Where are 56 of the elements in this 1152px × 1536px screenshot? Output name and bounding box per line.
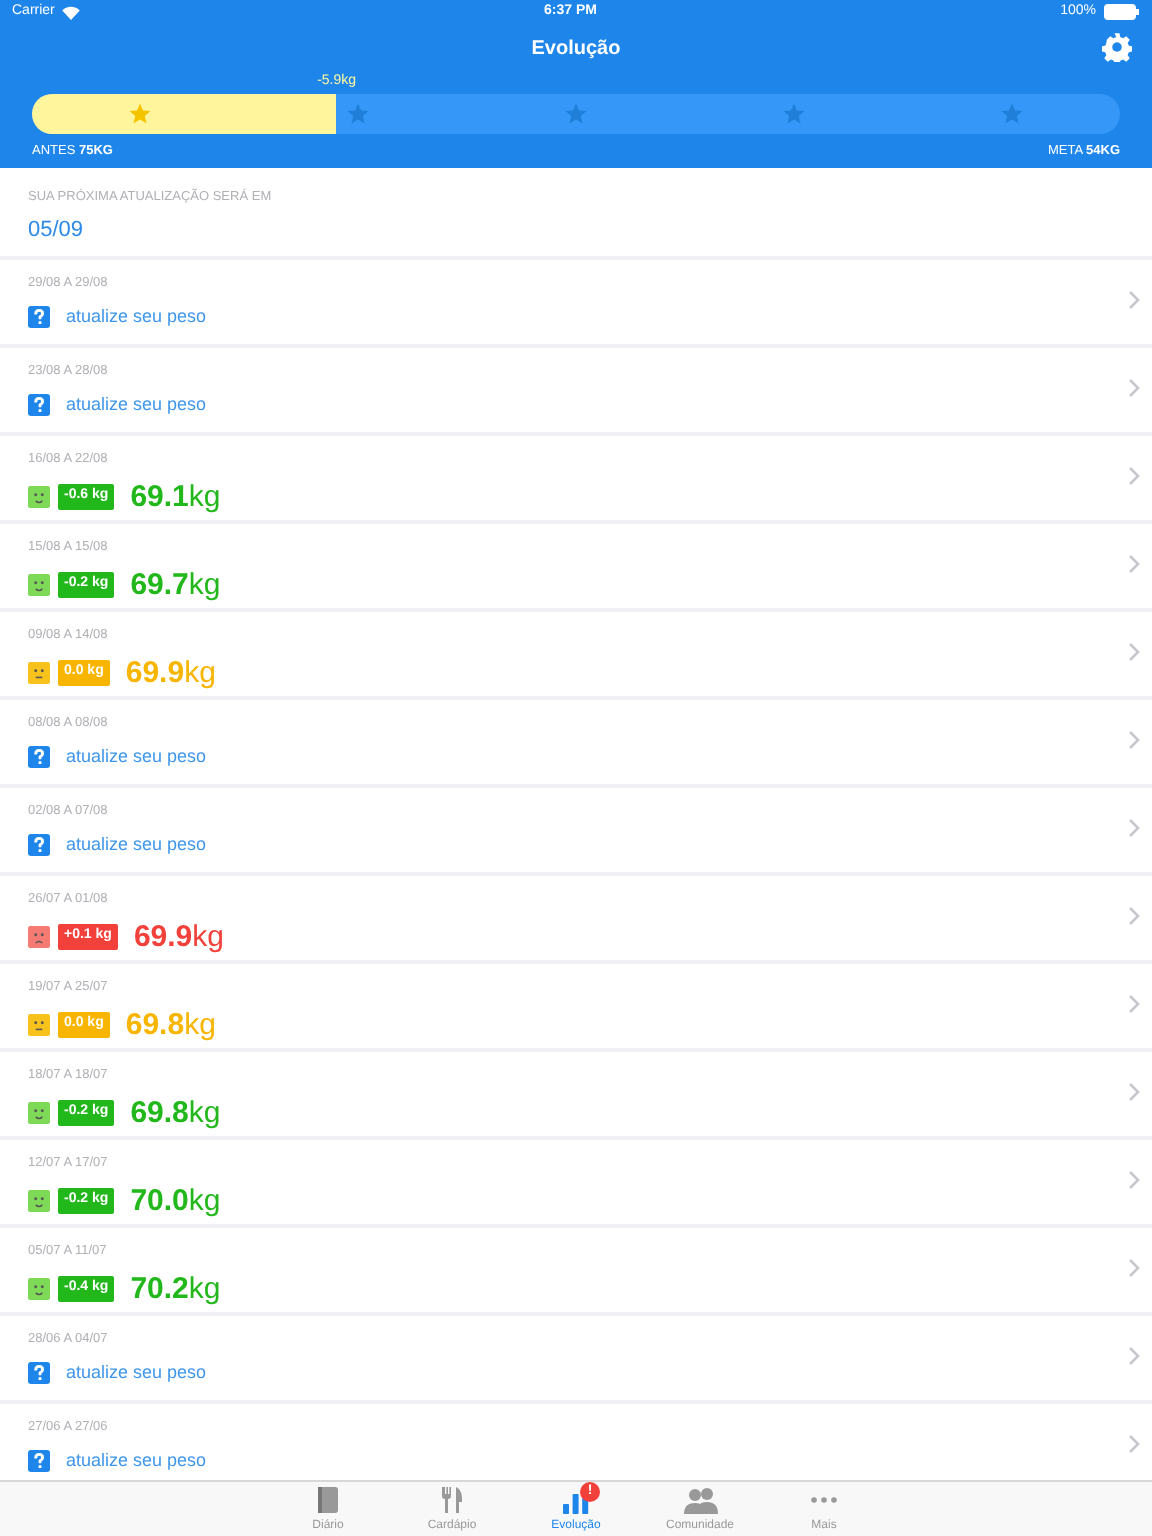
chevron-icon (1128, 818, 1140, 838)
face-icon (28, 573, 50, 596)
chevron-icon (1128, 1170, 1140, 1190)
chevron-icon (1128, 730, 1140, 750)
weight-value: 70.2kg (130, 1271, 221, 1306)
settings-icon (1102, 32, 1132, 62)
face-icon (28, 925, 50, 948)
question-icon (28, 394, 50, 416)
star-icon (128, 102, 153, 126)
star-icon (563, 102, 588, 126)
face-icon (28, 1101, 50, 1124)
chevron-icon (1128, 554, 1140, 574)
chevron-icon (1128, 1082, 1140, 1102)
chevron-icon (1128, 642, 1140, 662)
question-icon (28, 1362, 50, 1384)
question-icon (28, 746, 50, 768)
battery-icon (1103, 4, 1140, 20)
weight-value: 70.0kg (130, 1183, 221, 1218)
notebook-icon (316, 1486, 340, 1514)
chevron-icon (1128, 1258, 1140, 1278)
face-icon (28, 485, 50, 508)
chevron-icon (1128, 1346, 1140, 1366)
next-update-date: 05/09 (28, 215, 86, 246)
chevron-icon (1128, 290, 1140, 310)
weight-value: 69.1kg (130, 479, 221, 514)
question-icon (28, 834, 50, 856)
update-weight-link[interactable]: atualize seu peso (66, 831, 207, 859)
weight-value: 69.9kg (125, 655, 216, 690)
chevron-icon (1128, 1434, 1140, 1454)
face-icon (28, 1189, 50, 1212)
star-icon (781, 102, 806, 126)
chevron-icon (1128, 994, 1140, 1014)
weight-value: 69.7kg (130, 567, 221, 602)
wifi-icon (62, 5, 81, 19)
star-icon (999, 102, 1024, 126)
settings-button[interactable] (1102, 32, 1132, 62)
star-icon (346, 102, 371, 126)
update-weight-link[interactable]: atualize seu peso (66, 1447, 207, 1475)
update-weight-link[interactable]: atualize seu peso (66, 303, 207, 331)
update-weight-link[interactable]: atualize seu peso (66, 1359, 207, 1387)
weight-value: 69.8kg (125, 1007, 216, 1042)
face-icon (28, 1013, 50, 1036)
update-weight-link[interactable]: atualize seu peso (66, 743, 207, 771)
chevron-icon (1128, 906, 1140, 926)
people-icon (683, 1486, 717, 1514)
chevron-icon (1128, 378, 1140, 398)
face-icon (28, 1277, 50, 1300)
weight-value: 69.8kg (130, 1095, 221, 1130)
face-icon (28, 661, 50, 684)
question-icon (28, 306, 50, 328)
chevron-icon (1128, 466, 1140, 486)
update-weight-link[interactable]: atualize seu peso (66, 391, 207, 419)
screen-title: Evolução (531, 35, 621, 63)
weight-value: 69.9kg (133, 919, 224, 954)
question-icon (28, 1450, 50, 1472)
fork-knife-icon (440, 1486, 464, 1514)
